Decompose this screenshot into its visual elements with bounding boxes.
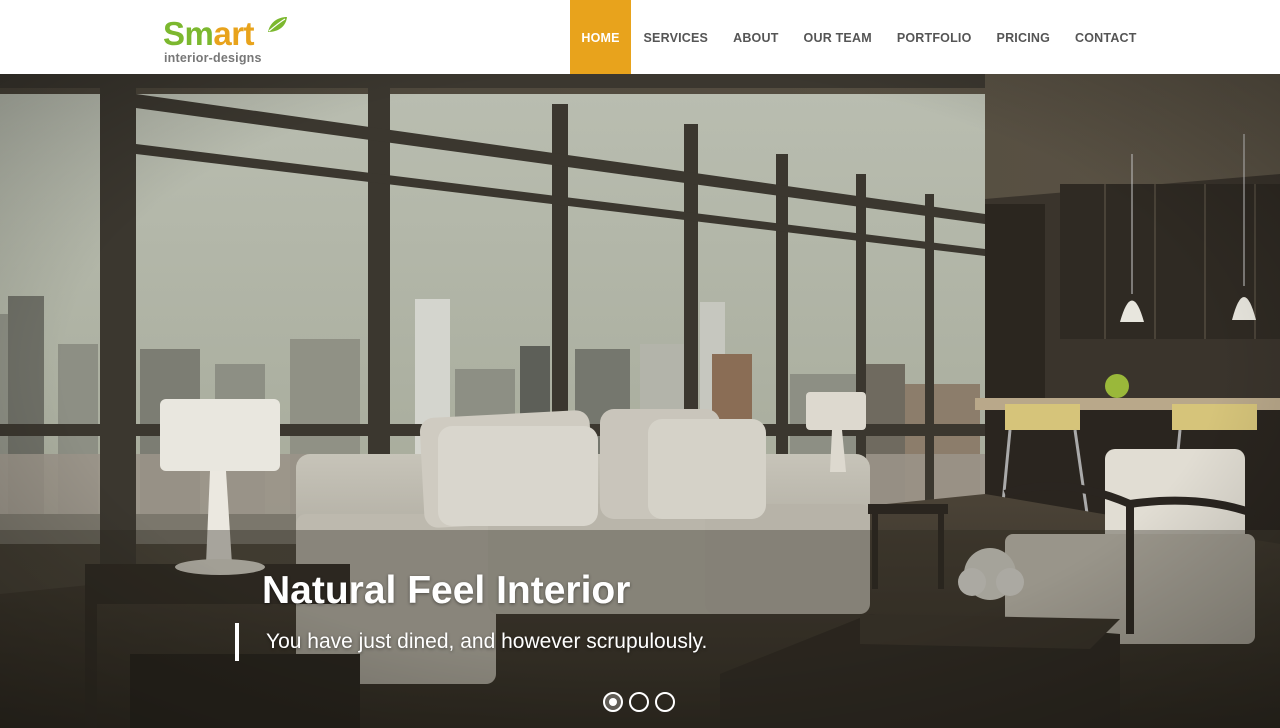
slide-dot-1[interactable] [603,692,623,712]
brand-logo[interactable]: Smart interior-designs [163,14,293,66]
slider-pagination [603,692,675,712]
logo-wordmark: Smart [163,15,255,52]
nav-item-services[interactable]: SERVICES [631,0,721,74]
slide-subtitle: You have just dined, and however scrupul… [266,630,708,653]
leaf-icon [268,17,287,32]
site-header: Smart interior-designs HOME SERVICES ABO… [0,0,1280,74]
nav-item-about[interactable]: ABOUT [721,0,791,74]
nav-item-contact[interactable]: CONTACT [1063,0,1150,74]
slide-dot-2[interactable] [629,692,649,712]
logo-tagline: interior-designs [164,51,262,65]
nav-item-home[interactable]: HOME [570,0,631,74]
nav-item-pricing[interactable]: PRICING [984,0,1063,74]
slide-dot-3[interactable] [655,692,675,712]
caption-accent-bar [235,623,239,661]
nav-item-portfolio[interactable]: PORTFOLIO [884,0,984,74]
hero-slider: Natural Feel Interior You have just dine… [0,74,1280,728]
slide-title: Natural Feel Interior [262,569,631,612]
main-navigation: HOME SERVICES ABOUT OUR TEAM PORTFOLIO P… [570,0,1149,74]
nav-item-our-team[interactable]: OUR TEAM [791,0,884,74]
